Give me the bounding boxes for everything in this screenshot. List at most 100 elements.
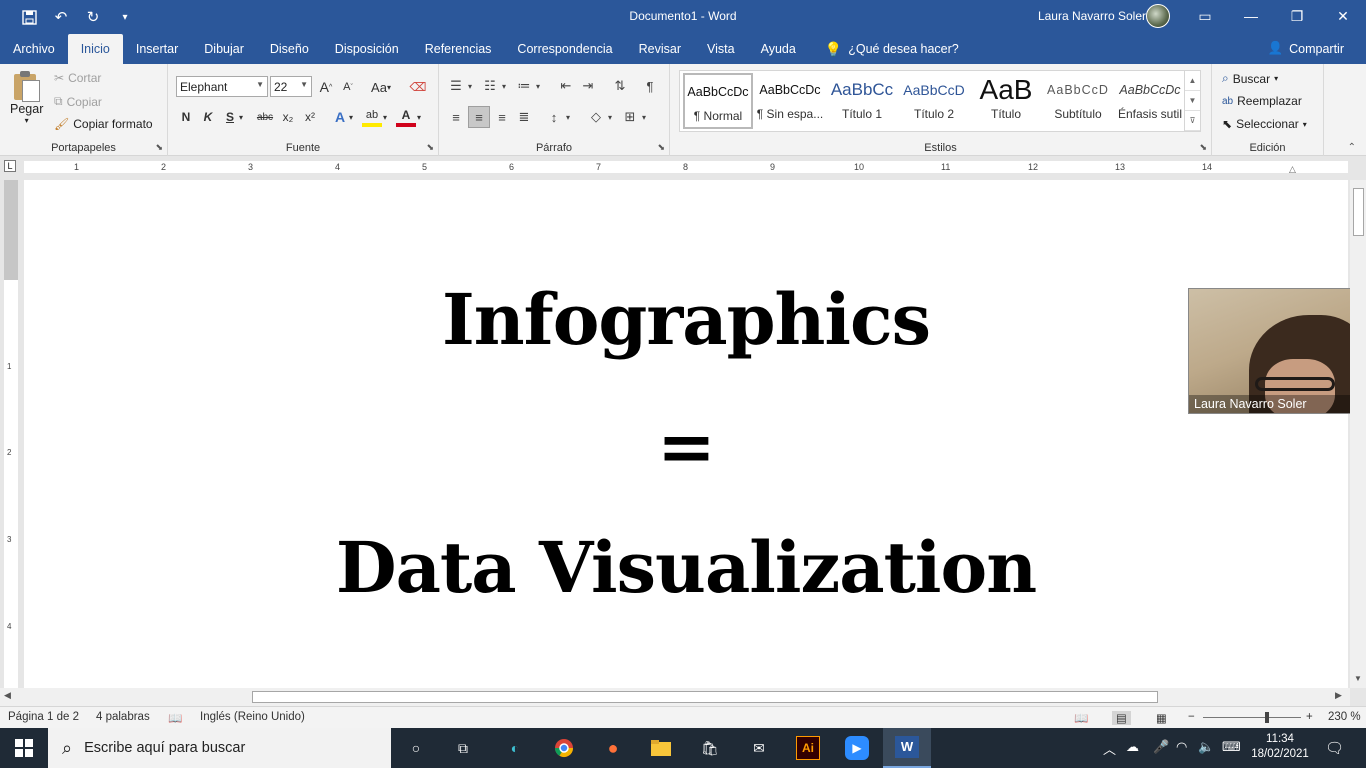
font-color-chevron-icon[interactable]: ▾ <box>414 107 424 127</box>
tab-ayuda[interactable]: Ayuda <box>748 34 809 64</box>
bullets-icon[interactable]: ☰ <box>445 75 467 97</box>
customize-chevron-icon[interactable]: ▾ <box>114 6 136 28</box>
dialog-launcher-icon[interactable]: ⬊ <box>426 142 434 153</box>
tab-vista[interactable]: Vista <box>694 34 748 64</box>
tab-inicio[interactable]: Inicio <box>67 34 123 64</box>
zoom-app-icon[interactable]: ▶ <box>845 736 869 760</box>
multilevel-chevron-icon[interactable]: ▾ <box>533 75 543 97</box>
cut-button[interactable]: ✂ Cortar <box>54 71 101 85</box>
scroll-down-icon[interactable]: ▼ <box>1350 674 1366 688</box>
zoom-level[interactable]: 230 % <box>1328 711 1361 723</box>
scroll-left-icon[interactable]: ◀ <box>4 690 11 701</box>
style-subtle-emphasis[interactable]: AaBbCcDc Énfasis sutil <box>1115 73 1185 129</box>
bold-button[interactable]: N <box>176 107 196 127</box>
ribbon-display-icon[interactable]: ▭ <box>1182 0 1228 32</box>
close-icon[interactable]: ✕ <box>1320 0 1366 32</box>
avatar[interactable] <box>1146 4 1170 28</box>
illustrator-icon[interactable]: Ai <box>796 736 820 760</box>
shading-chevron-icon[interactable]: ▾ <box>605 106 615 128</box>
font-family-select[interactable]: Elephant ▼ <box>176 76 268 97</box>
onedrive-icon[interactable]: ☁ <box>1126 739 1139 755</box>
align-right-icon[interactable]: ≡ <box>491 106 513 128</box>
print-layout-icon[interactable]: ▤ <box>1112 711 1131 725</box>
save-icon[interactable] <box>18 6 40 28</box>
font-color-icon[interactable]: A <box>396 107 416 127</box>
grow-font-button[interactable]: A ^ <box>316 77 336 97</box>
taskbar-search[interactable]: ⌕ Escribe aquí para buscar <box>48 728 391 768</box>
style-heading-2[interactable]: AaBbCcD Título 2 <box>899 73 969 129</box>
right-indent-marker-icon[interactable]: △ <box>1289 164 1296 175</box>
tab-referencias[interactable]: Referencias <box>412 34 505 64</box>
task-view-icon[interactable]: ⧉ <box>451 736 475 760</box>
clear-formatting-icon[interactable]: ⌫ <box>408 77 428 97</box>
styles-down-icon[interactable]: ▼ <box>1185 91 1200 111</box>
align-left-icon[interactable]: ≡ <box>445 106 467 128</box>
styles-up-icon[interactable]: ▲ <box>1185 71 1200 91</box>
style-no-spacing[interactable]: AaBbCcDc ¶ Sin espa... <box>755 73 825 129</box>
scroll-right-icon[interactable]: ▶ <box>1335 690 1342 701</box>
show-marks-icon[interactable]: ¶ <box>639 75 661 97</box>
style-subtitle[interactable]: AaBbCcD Subtítulo <box>1043 73 1113 129</box>
numbering-icon[interactable]: ☷ <box>479 75 501 97</box>
input-method-icon[interactable]: ⌨ <box>1222 739 1241 755</box>
dialog-launcher-icon[interactable]: ⬊ <box>657 142 665 153</box>
chrome-icon[interactable] <box>552 736 576 760</box>
scroll-thumb[interactable] <box>1353 188 1364 236</box>
scroll-thumb[interactable] <box>252 691 1158 703</box>
tab-revisar[interactable]: Revisar <box>626 34 694 64</box>
tab-insertar[interactable]: Insertar <box>123 34 191 64</box>
store-icon[interactable]: 🛍 <box>698 736 722 760</box>
borders-chevron-icon[interactable]: ▾ <box>639 106 649 128</box>
undo-icon[interactable]: ↶ <box>50 6 72 28</box>
line-spacing-chevron-icon[interactable]: ▾ <box>563 106 573 128</box>
shading-icon[interactable]: ◇ <box>585 106 607 128</box>
proofing-icon[interactable]: 📖 <box>168 711 182 725</box>
file-explorer-icon[interactable] <box>649 736 673 760</box>
line-spacing-icon[interactable]: ↕ <box>543 106 565 128</box>
strikethrough-button[interactable]: abc <box>252 107 278 127</box>
zoom-out-button[interactable]: − <box>1188 711 1195 723</box>
dialog-launcher-icon[interactable]: ⬊ <box>155 142 163 153</box>
bullets-chevron-icon[interactable]: ▾ <box>465 75 475 97</box>
shrink-font-button[interactable]: Aˇ <box>338 77 358 97</box>
horizontal-scrollbar[interactable]: ◀ ▶ <box>0 688 1350 706</box>
webcam-overlay[interactable]: Laura Navarro Soler <box>1188 288 1366 414</box>
dialog-launcher-icon[interactable]: ⬊ <box>1199 142 1207 153</box>
increase-indent-icon[interactable]: ⇥ <box>577 75 599 97</box>
zoom-slider-thumb[interactable] <box>1265 712 1269 723</box>
microphone-icon[interactable]: 🎤 <box>1153 739 1169 755</box>
decrease-indent-icon[interactable]: ⇤ <box>555 75 577 97</box>
page-count[interactable]: Página 1 de 2 <box>8 711 79 723</box>
tab-dibujar[interactable]: Dibujar <box>191 34 257 64</box>
web-layout-icon[interactable]: ▦ <box>1156 711 1167 725</box>
paste-button[interactable]: Pegar ▾ <box>10 70 43 125</box>
minimize-icon[interactable]: — <box>1228 0 1274 32</box>
language[interactable]: Inglés (Reino Unido) <box>200 711 305 723</box>
replace-button[interactable]: ab Reemplazar <box>1222 94 1302 108</box>
borders-icon[interactable]: ⊞ <box>619 106 641 128</box>
sort-icon[interactable]: ⇅ <box>609 75 631 97</box>
collapse-ribbon-icon[interactable]: ⌃ <box>1348 142 1356 153</box>
format-painter-button[interactable]: 🖌 Copiar formato <box>54 117 153 131</box>
word-count[interactable]: 4 palabras <box>96 711 150 723</box>
word-taskbar-button[interactable]: W <box>883 728 931 768</box>
style-heading-1[interactable]: AaBbCc Título 1 <box>827 73 897 129</box>
wifi-icon[interactable]: ◠ <box>1176 739 1187 755</box>
document-page[interactable]: Infographics = Data Visualization <box>24 180 1348 688</box>
notifications-icon[interactable]: 🗨 <box>1325 739 1344 757</box>
document-equals-sign[interactable]: = <box>24 412 1348 482</box>
tab-correspondencia[interactable]: Correspondencia <box>504 34 625 64</box>
underline-chevron-icon[interactable]: ▾ <box>236 107 246 127</box>
highlight-icon[interactable]: ab <box>362 107 382 127</box>
style-title[interactable]: AaB Título <box>971 73 1041 129</box>
user-name[interactable]: Laura Navarro Soler <box>1038 9 1146 23</box>
document-heading-infographics[interactable]: Infographics <box>24 276 1348 364</box>
find-button[interactable]: ⌕ Buscar ▾ <box>1222 71 1278 86</box>
zoom-in-button[interactable]: + <box>1306 711 1313 723</box>
font-size-select[interactable]: 22 ▼ <box>270 76 312 97</box>
align-center-icon[interactable]: ≡ <box>468 106 490 128</box>
tab-selector-icon[interactable]: L <box>4 160 16 172</box>
tab-diseno[interactable]: Diseño <box>257 34 322 64</box>
vertical-scrollbar[interactable]: ▼ <box>1350 180 1366 688</box>
share-button[interactable]: 👤 Compartir <box>1268 41 1344 56</box>
